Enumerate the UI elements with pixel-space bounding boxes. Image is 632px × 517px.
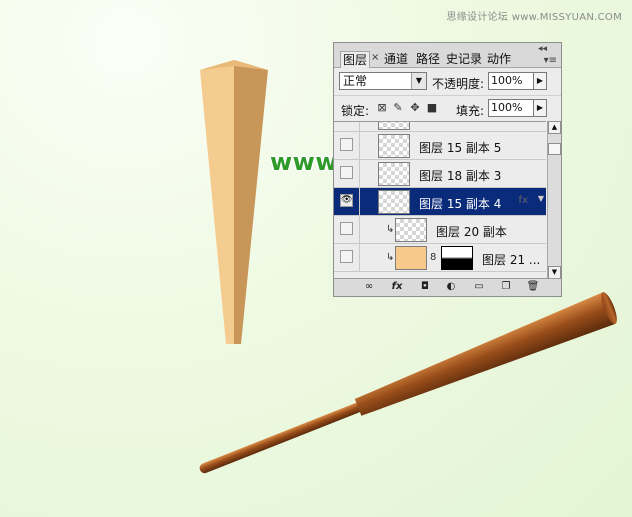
layers-scrollbar[interactable]: ▲ ▼ — [547, 121, 561, 279]
visibility-toggle[interactable] — [340, 222, 353, 235]
scroll-up-icon[interactable]: ▲ — [548, 121, 561, 134]
panel-bottom-bar: ∞ fx ◘ ◐ ▭ ❐ 🗑 — [334, 278, 561, 296]
layer-thumbnail — [378, 122, 410, 130]
layer-name: 图层 21 ... — [482, 253, 541, 267]
stick-light-face — [200, 60, 234, 344]
visibility-toggle[interactable] — [340, 166, 353, 179]
layer-divider — [359, 216, 360, 244]
layer-row[interactable]: ↳ 8 图层 21 ... — [334, 244, 546, 272]
blend-row: 正常 ▼ 不透明度: 100% ▶ — [334, 69, 561, 93]
layer-divider — [359, 122, 360, 132]
adjustment-icon[interactable]: ◐ — [444, 281, 458, 293]
layer-name: 图层 20 副本 — [436, 225, 507, 239]
trash-icon[interactable]: 🗑 — [526, 281, 540, 293]
fill-input[interactable]: 100% — [488, 99, 534, 117]
layer-row[interactable]: ↳ 图层 20 副本 — [334, 216, 546, 244]
layer-thumbnail — [395, 218, 427, 242]
layer-divider — [359, 160, 360, 188]
mask-thumbnail[interactable] — [441, 246, 473, 270]
group-icon[interactable]: ▭ — [472, 281, 486, 293]
layer-divider — [359, 188, 360, 216]
panel-menu-icon[interactable]: ▾≡ — [544, 55, 557, 66]
lock-move-icon[interactable]: ✥ — [409, 102, 421, 114]
tab-history[interactable]: 史记录 — [444, 51, 484, 67]
layer-name: 图层 18 副本 3 — [419, 169, 502, 183]
opacity-label: 不透明度: — [432, 77, 485, 91]
fx-icon[interactable]: fx — [390, 281, 404, 293]
new-layer-icon[interactable]: ❐ — [499, 281, 513, 293]
layer-thumbnail — [378, 134, 410, 158]
tab-layers[interactable]: 图层 — [340, 51, 371, 68]
lock-brush-icon[interactable]: ✎ — [392, 102, 404, 114]
layer-row[interactable]: 图层 18 副本 3 — [334, 160, 546, 188]
layer-name: 图层 15 副本 4 — [419, 197, 502, 211]
layers-panel: 图层 × 通道 路径 史记录 动作 ◂◂ ▾≡ 正常 ▼ 不透明度: 100% … — [333, 42, 562, 297]
tab-channels[interactable]: 通道 — [382, 51, 410, 67]
clip-arrow-icon: ↳ — [386, 252, 395, 263]
top-watermark: 思缘设计论坛 www.MISSYUAN.COM — [446, 12, 622, 23]
tab-paths[interactable]: 路径 — [414, 51, 442, 67]
layer-divider — [359, 132, 360, 160]
lock-transparency-icon[interactable]: ⊠ — [376, 102, 388, 114]
panel-tab-bar: 图层 × 通道 路径 史记录 动作 ◂◂ ▾≡ — [334, 43, 561, 68]
chain-link-icon[interactable]: 8 — [430, 252, 436, 263]
blend-mode-select[interactable]: 正常 ▼ — [339, 72, 427, 90]
chevron-down-icon: ▼ — [411, 73, 426, 89]
mask-icon[interactable]: ◘ — [418, 281, 432, 293]
visibility-toggle[interactable] — [340, 138, 353, 151]
visibility-toggle[interactable] — [340, 250, 353, 263]
layer-divider — [359, 244, 360, 272]
layer-row-partial[interactable] — [334, 122, 546, 132]
lock-all-icon[interactable]: ■ — [426, 102, 438, 114]
stick-dark-face — [234, 60, 268, 344]
scroll-thumb[interactable] — [548, 143, 561, 155]
brown-rod — [199, 292, 617, 474]
layer-name: 图层 15 副本 5 — [419, 141, 502, 155]
fill-thumbnail — [395, 246, 427, 270]
layer-thumbnail — [378, 190, 410, 214]
opacity-input[interactable]: 100% — [488, 72, 534, 90]
layer-row[interactable]: 图层 15 副本 5 — [334, 132, 546, 160]
collapse-icon[interactable]: ◂◂ — [538, 44, 547, 54]
blend-mode-value: 正常 — [343, 74, 368, 88]
fill-slider-icon[interactable]: ▶ — [533, 99, 547, 117]
lock-label: 锁定: — [341, 104, 370, 118]
tab-close-icon[interactable]: × — [371, 52, 379, 63]
link-layers-icon[interactable]: ∞ — [362, 281, 376, 293]
layer-row-selected[interactable]: 👁 图层 15 副本 4 fx ▼ — [334, 188, 546, 216]
opacity-slider-icon[interactable]: ▶ — [533, 72, 547, 90]
layers-list: 图层 15 副本 5 图层 18 副本 3 👁 图层 15 副本 4 fx ▼ … — [334, 121, 546, 280]
expand-arrow-icon[interactable]: ▼ — [538, 194, 544, 203]
layer-thumbnail — [378, 162, 410, 186]
fill-label: 填充: — [456, 104, 485, 118]
clip-arrow-icon: ↳ — [386, 224, 395, 235]
eye-icon[interactable]: 👁 — [340, 194, 353, 207]
fx-badge-icon[interactable]: fx — [519, 195, 528, 206]
lock-row: 锁定: ⊠ ✎ ✥ ■ 填充: 100% ▶ — [334, 95, 561, 120]
tab-actions[interactable]: 动作 — [485, 51, 513, 67]
